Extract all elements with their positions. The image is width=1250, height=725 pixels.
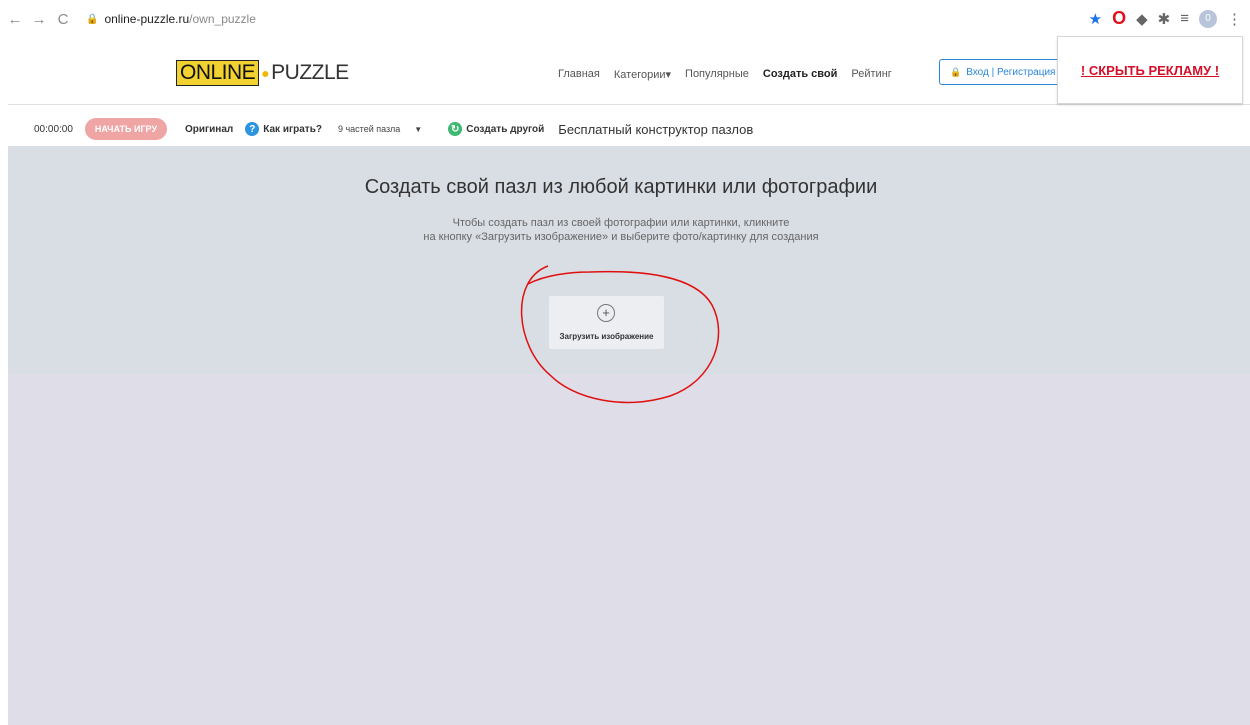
lock-icon: 🔒 bbox=[950, 66, 962, 77]
puzzle-extension-icon[interactable]: ✱ bbox=[1158, 10, 1171, 28]
puzzle-toolbar: 00:00:00 НАЧАТЬ ИГРУ Оригинал ? Как игра… bbox=[8, 112, 1250, 146]
refresh-icon: ↻ bbox=[448, 122, 463, 136]
original-button[interactable]: Оригинал bbox=[185, 124, 233, 135]
timer: 00:00:00 bbox=[34, 123, 73, 135]
how-to-play-button[interactable]: ? Как играть? bbox=[245, 122, 322, 136]
page-title: Создать свой пазл из любой картинки или … bbox=[364, 176, 878, 198]
start-game-button[interactable]: НАЧАТЬ ИГРУ bbox=[84, 118, 167, 140]
browser-toolbar: ← → C 🔒 online-puzzle.ru/own_puzzle ★ O … bbox=[0, 0, 1250, 38]
profile-avatar[interactable]: 0 bbox=[1199, 9, 1217, 28]
url-path: /own_puzzle bbox=[189, 12, 256, 26]
nav-categories-label: Категории bbox=[613, 69, 666, 81]
instructions-line-1: Чтобы создать пазл из своей фотографии и… bbox=[452, 217, 790, 229]
reload-icon[interactable]: C bbox=[54, 11, 72, 28]
upload-image-button[interactable]: + Загрузить изображение bbox=[549, 296, 664, 349]
menu-dots-icon[interactable]: ⋮ bbox=[1227, 10, 1242, 28]
logo-puzzle-text: PUZZLE bbox=[271, 61, 349, 84]
pieces-select[interactable]: 9 частей пазла ▼ bbox=[338, 124, 422, 134]
address-bar[interactable]: 🔒 online-puzzle.ru/own_puzzle bbox=[86, 6, 1086, 32]
plus-icon: + bbox=[597, 304, 615, 322]
instructions: Чтобы создать пазл из своей фотографии и… bbox=[8, 216, 1234, 244]
how-to-play-label: Как играть? bbox=[263, 123, 322, 135]
create-another-label: Создать другой bbox=[466, 123, 545, 135]
chevron-down-icon: ▼ bbox=[414, 124, 423, 134]
logo-dot-icon: ● bbox=[261, 65, 270, 81]
pieces-select-value: 9 частей пазла bbox=[337, 124, 401, 134]
hide-ad-link[interactable]: ! СКРЫТЬ РЕКЛАМУ ! bbox=[1081, 63, 1219, 78]
create-another-button[interactable]: ↻ Создать другой bbox=[448, 122, 544, 136]
help-icon: ? bbox=[245, 122, 260, 136]
hide-ad-box: ! СКРЫТЬ РЕКЛАМУ ! bbox=[1057, 36, 1243, 104]
puzzle-board-area bbox=[8, 374, 1250, 725]
nav-popular[interactable]: Популярные bbox=[685, 68, 749, 81]
toolbar-title: Бесплатный конструктор пазлов bbox=[558, 121, 754, 137]
upload-image-label: Загрузить изображение bbox=[559, 332, 654, 341]
reading-list-icon[interactable]: ≡ bbox=[1180, 10, 1189, 27]
main-nav: Главная Категории▾ Популярные Создать св… bbox=[558, 68, 906, 81]
forward-icon[interactable]: → bbox=[30, 11, 48, 28]
opera-extension-icon[interactable]: O bbox=[1112, 8, 1126, 29]
url-host: online-puzzle.ru bbox=[104, 12, 190, 26]
logo-online-text: ONLINE bbox=[176, 60, 260, 86]
login-button[interactable]: 🔒 Вход | Регистрация bbox=[939, 59, 1061, 85]
bookmark-star-icon[interactable]: ★ bbox=[1089, 10, 1102, 28]
extensions-area: ★ O ◆ ✱ ≡ 0 ⋮ bbox=[1089, 8, 1242, 29]
site-logo[interactable]: ONLINE ● PUZZLE bbox=[176, 60, 349, 86]
instructions-line-2: на кнопку «Загрузить изображение» и выбе… bbox=[423, 231, 819, 243]
nav-home[interactable]: Главная bbox=[558, 68, 600, 81]
nav-create-own[interactable]: Создать свой bbox=[763, 68, 838, 81]
lock-icon: 🔒 bbox=[86, 13, 99, 25]
login-label: Вход | Регистрация bbox=[966, 66, 1056, 78]
back-icon[interactable]: ← bbox=[6, 11, 24, 28]
nav-categories[interactable]: Категории▾ bbox=[614, 68, 671, 81]
extension-icon[interactable]: ◆ bbox=[1136, 10, 1148, 28]
create-puzzle-panel: Создать свой пазл из любой картинки или … bbox=[8, 146, 1250, 374]
nav-rating[interactable]: Рейтинг bbox=[851, 68, 891, 81]
